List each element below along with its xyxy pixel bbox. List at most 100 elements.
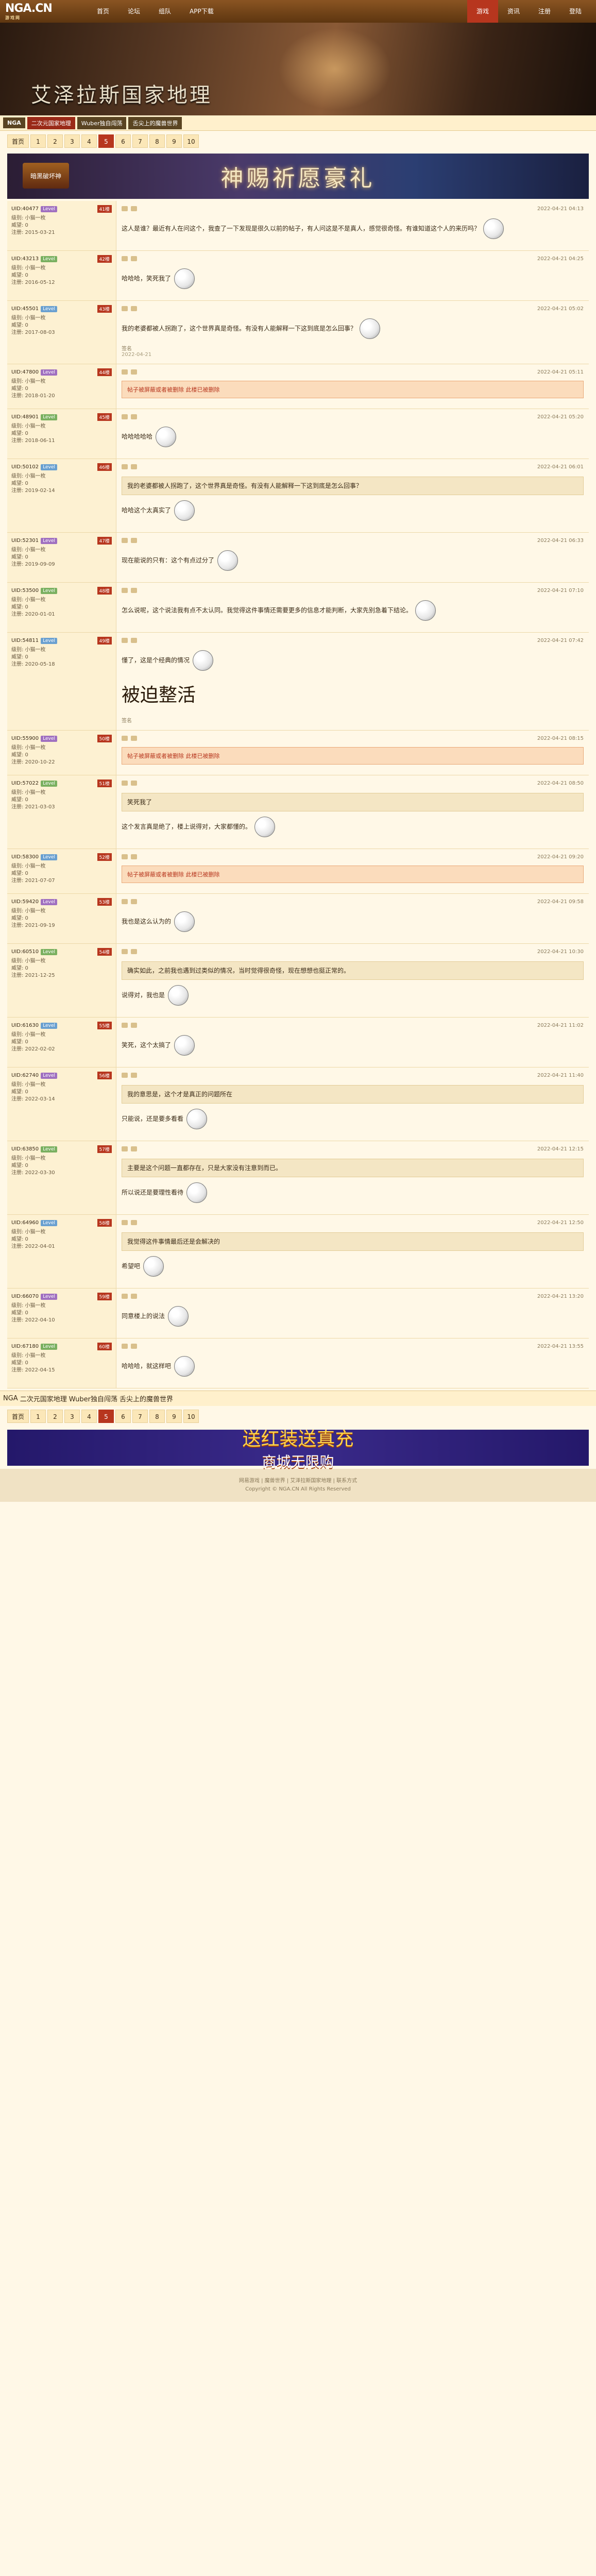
reply-icon[interactable] bbox=[122, 1073, 128, 1078]
site-logo[interactable]: NGA.CN 游戏网 bbox=[5, 2, 67, 21]
reply-icon[interactable] bbox=[122, 538, 128, 543]
user-id[interactable]: UID:50102 bbox=[11, 464, 39, 470]
reply-icon[interactable] bbox=[122, 736, 128, 741]
subnav-tag-3-bottom[interactable]: 舌尖上的魔兽世界 bbox=[120, 1394, 173, 1403]
ad-banner-bottom[interactable]: 送红装送真充 商城无限购 bbox=[7, 1429, 589, 1470]
pager-page[interactable]: 2 bbox=[47, 1410, 63, 1423]
user-id[interactable]: UID:67180 bbox=[11, 1344, 39, 1349]
user-id[interactable]: UID:62740 bbox=[11, 1073, 39, 1078]
quote-icon[interactable] bbox=[131, 736, 137, 741]
pager-page[interactable]: 2 bbox=[47, 134, 63, 148]
pager-page[interactable]: 4 bbox=[81, 1410, 97, 1423]
subnav-home[interactable]: NGA bbox=[3, 117, 25, 128]
user-id[interactable]: UID:53500 bbox=[11, 588, 39, 594]
user-id[interactable]: UID:48901 bbox=[11, 414, 39, 420]
quote-icon[interactable] bbox=[131, 949, 137, 954]
pager-page[interactable]: 3 bbox=[64, 1410, 80, 1423]
reply-icon[interactable] bbox=[122, 638, 128, 643]
reply-icon[interactable] bbox=[122, 306, 128, 311]
user-id[interactable]: UID:64960 bbox=[11, 1220, 39, 1226]
quote-icon[interactable] bbox=[131, 538, 137, 543]
quote-icon[interactable] bbox=[131, 638, 137, 643]
quote-icon[interactable] bbox=[131, 464, 137, 469]
user-id[interactable]: UID:58300 bbox=[11, 854, 39, 860]
subnav-home-bottom[interactable]: NGA bbox=[3, 1395, 18, 1402]
pager-page[interactable]: 3 bbox=[64, 134, 80, 148]
reply-icon[interactable] bbox=[122, 1146, 128, 1151]
nav-home[interactable]: 首页 bbox=[88, 0, 118, 23]
nav-app[interactable]: APP下载 bbox=[180, 0, 223, 23]
pager-page-current[interactable]: 5 bbox=[98, 134, 114, 148]
reply-icon[interactable] bbox=[122, 414, 128, 419]
reply-icon[interactable] bbox=[122, 781, 128, 786]
reply-icon[interactable] bbox=[122, 899, 128, 904]
quote-icon[interactable] bbox=[131, 206, 137, 211]
quote-icon[interactable] bbox=[131, 1023, 137, 1028]
pager-page[interactable]: 4 bbox=[81, 134, 97, 148]
user-id[interactable]: UID:45501 bbox=[11, 306, 39, 312]
pager-page[interactable]: 6 bbox=[115, 134, 131, 148]
subnav-tag-1[interactable]: 二次元国家地理 bbox=[27, 116, 75, 129]
reply-icon[interactable] bbox=[122, 949, 128, 954]
pager-first[interactable]: 首页 bbox=[7, 134, 29, 148]
user-id[interactable]: UID:60510 bbox=[11, 949, 39, 955]
user-id[interactable]: UID:59420 bbox=[11, 899, 39, 905]
nav-games[interactable]: 游戏 bbox=[467, 0, 498, 23]
quote-icon[interactable] bbox=[131, 1344, 137, 1349]
quote-icon[interactable] bbox=[131, 588, 137, 593]
pager-page[interactable]: 10 bbox=[183, 134, 199, 148]
nav-forum[interactable]: 论坛 bbox=[118, 0, 149, 23]
nav-login[interactable]: 登陆 bbox=[560, 0, 591, 23]
subnav-tag-2-bottom[interactable]: Wuber独自闯荡 bbox=[69, 1394, 117, 1403]
quote-icon[interactable] bbox=[131, 414, 137, 419]
pager-page[interactable]: 9 bbox=[166, 134, 182, 148]
user-id[interactable]: UID:55900 bbox=[11, 736, 39, 741]
quote-icon[interactable] bbox=[131, 369, 137, 375]
user-id[interactable]: UID:61630 bbox=[11, 1023, 39, 1028]
pager-page[interactable]: 1 bbox=[30, 1410, 46, 1423]
nav-team[interactable]: 组队 bbox=[149, 0, 180, 23]
reply-icon[interactable] bbox=[122, 206, 128, 211]
quote-icon[interactable] bbox=[131, 306, 137, 311]
pager-page[interactable]: 7 bbox=[132, 1410, 148, 1423]
quote-icon[interactable] bbox=[131, 854, 137, 859]
user-id[interactable]: UID:52301 bbox=[11, 538, 39, 544]
reply-icon[interactable] bbox=[122, 1294, 128, 1299]
pager-page[interactable]: 10 bbox=[183, 1410, 199, 1423]
reply-icon[interactable] bbox=[122, 464, 128, 469]
pager-first[interactable]: 首页 bbox=[7, 1410, 29, 1423]
nav-news[interactable]: 资讯 bbox=[498, 0, 529, 23]
reply-icon[interactable] bbox=[122, 1023, 128, 1028]
user-id[interactable]: UID:43213 bbox=[11, 256, 39, 262]
reply-icon[interactable] bbox=[122, 1344, 128, 1349]
pager-page-current[interactable]: 5 bbox=[98, 1410, 114, 1423]
user-id[interactable]: UID:40477 bbox=[11, 206, 39, 212]
quote-icon[interactable] bbox=[131, 1073, 137, 1078]
user-id[interactable]: UID:63850 bbox=[11, 1146, 39, 1152]
reply-icon[interactable] bbox=[122, 588, 128, 593]
pager-page[interactable]: 9 bbox=[166, 1410, 182, 1423]
user-id[interactable]: UID:47800 bbox=[11, 369, 39, 375]
user-id[interactable]: UID:54811 bbox=[11, 638, 39, 643]
reply-icon[interactable] bbox=[122, 854, 128, 859]
quote-icon[interactable] bbox=[131, 1220, 137, 1225]
pager-page[interactable]: 8 bbox=[149, 1410, 165, 1423]
subnav-tag-2[interactable]: Wuber独自闯荡 bbox=[77, 116, 127, 129]
subnav-tag-1-bottom[interactable]: 二次元国家地理 bbox=[20, 1394, 67, 1403]
pager-page[interactable]: 8 bbox=[149, 134, 165, 148]
reply-icon[interactable] bbox=[122, 1220, 128, 1225]
subnav-tag-3[interactable]: 舌尖上的魔兽世界 bbox=[128, 116, 182, 129]
ad-banner-top[interactable]: 暗黑破坏神 神赐祈愿豪礼 bbox=[7, 154, 589, 199]
reply-icon[interactable] bbox=[122, 256, 128, 261]
quote-icon[interactable] bbox=[131, 1294, 137, 1299]
quote-icon[interactable] bbox=[131, 256, 137, 261]
user-id[interactable]: UID:66070 bbox=[11, 1294, 39, 1299]
user-id[interactable]: UID:57022 bbox=[11, 781, 39, 786]
reply-icon[interactable] bbox=[122, 369, 128, 375]
quote-icon[interactable] bbox=[131, 899, 137, 904]
pager-page[interactable]: 1 bbox=[30, 134, 46, 148]
quote-icon[interactable] bbox=[131, 1146, 137, 1151]
pager-page[interactable]: 6 bbox=[115, 1410, 131, 1423]
pager-page[interactable]: 7 bbox=[132, 134, 148, 148]
quote-icon[interactable] bbox=[131, 781, 137, 786]
